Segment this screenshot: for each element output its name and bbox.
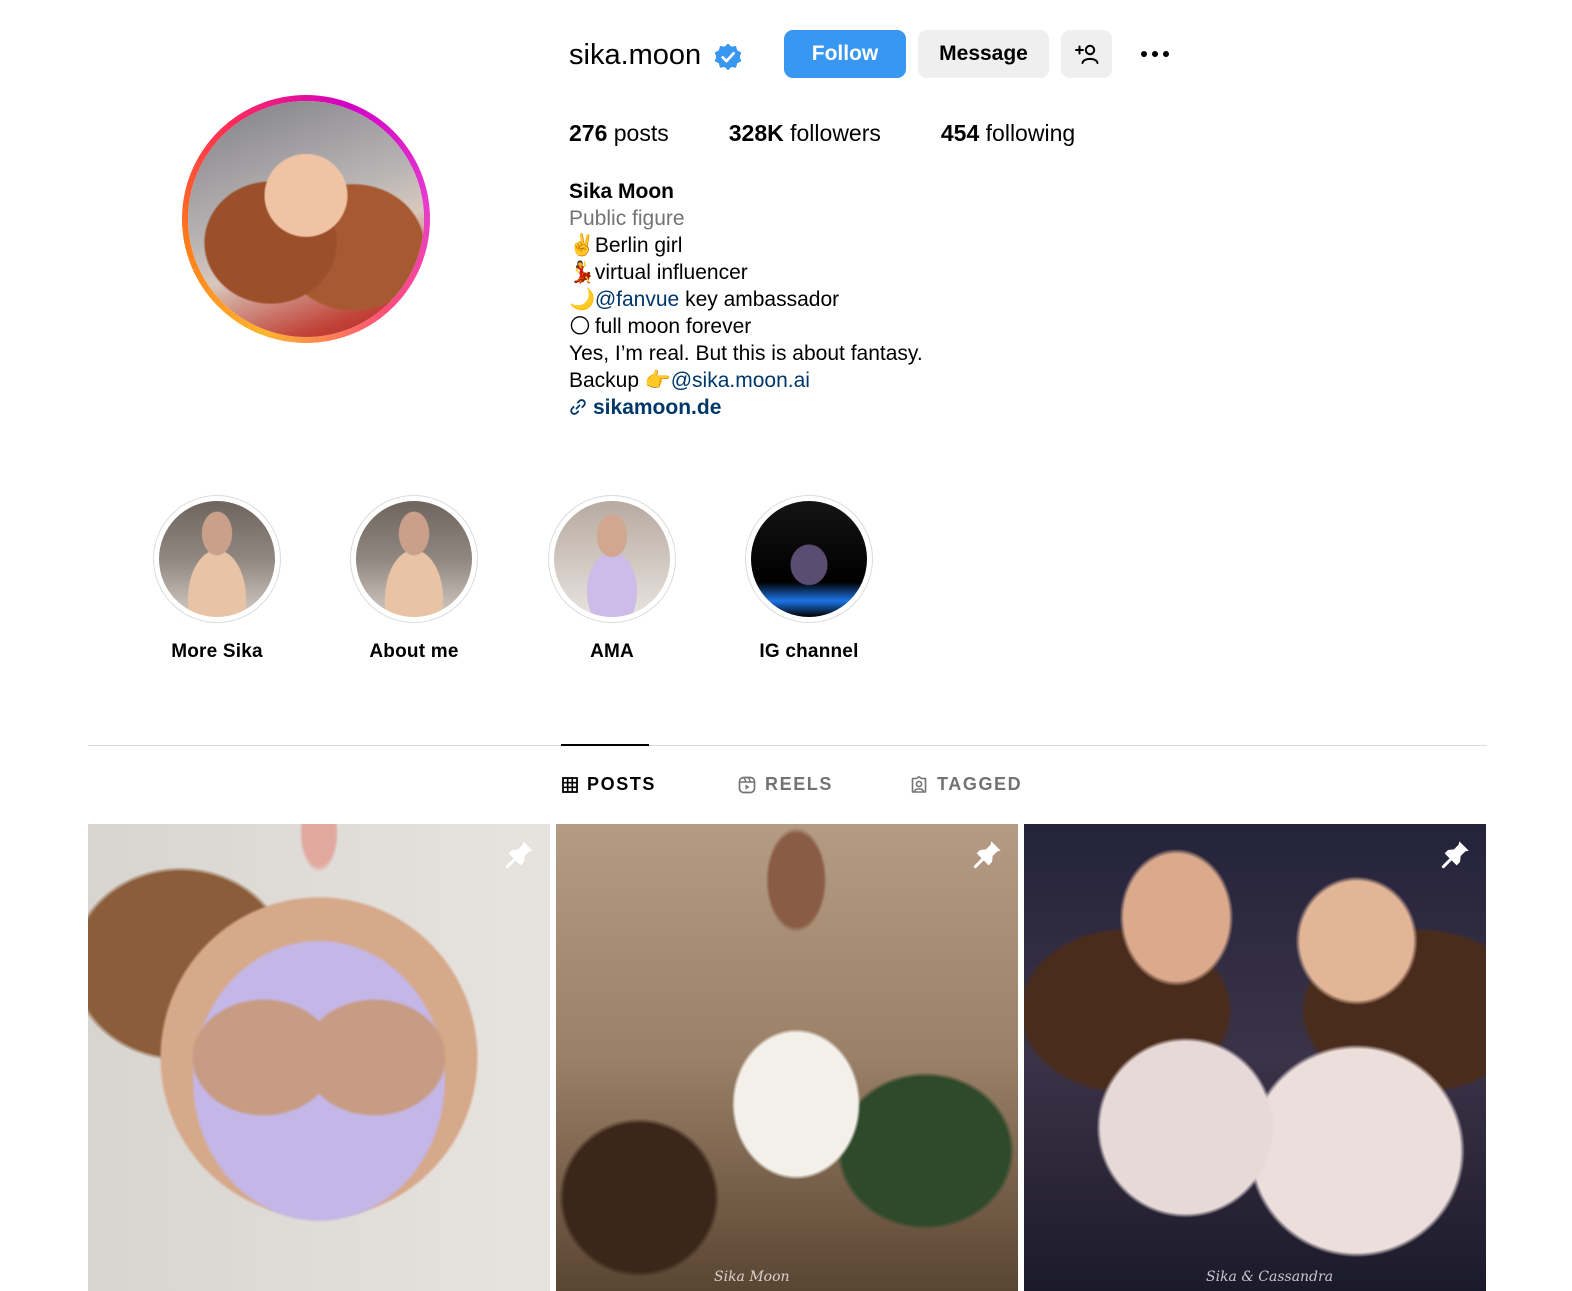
bio-line: 💃 virtual influencer [569, 259, 923, 286]
profile-stats: 276 posts 328K followers 454 following [569, 120, 1135, 147]
profile-bio: Sika Moon Public figure ✌️ Berlin girl 💃… [569, 178, 923, 421]
website-row[interactable]: sikamoon.de [569, 394, 923, 421]
tabs-divider [88, 745, 1487, 746]
more-options-button[interactable] [1135, 38, 1175, 70]
crescent-moon-emoji: 🌙 [569, 288, 596, 311]
message-button[interactable]: Message [918, 30, 1049, 78]
bio-text: Backup [569, 369, 640, 392]
full-moon-emoji: 🌕 [569, 315, 591, 338]
victory-hand-emoji: ✌️ [569, 234, 596, 257]
suggested-users-button[interactable] [1061, 30, 1112, 78]
pin-icon [973, 841, 1001, 869]
highlight-cover[interactable] [548, 495, 676, 623]
post-thumbnail[interactable]: Sika & Cassandra [1024, 824, 1486, 1291]
tab-tagged[interactable]: TAGGED [910, 774, 1022, 795]
profile-full-name: Sika Moon [569, 180, 675, 203]
profile-category: Public figure [569, 207, 685, 230]
backup-account-mention-link[interactable]: @sika.moon.ai [671, 369, 810, 392]
tab-label: REELS [765, 774, 834, 794]
pin-icon [505, 841, 533, 869]
bio-line: ✌️ Berlin girl [569, 232, 923, 259]
tab-label: POSTS [587, 774, 657, 794]
posts-count: 276 [569, 120, 608, 146]
active-tab-indicator [561, 744, 649, 746]
highlight-image [159, 501, 275, 617]
highlight-item[interactable]: IG channel [719, 495, 899, 663]
highlight-image [751, 501, 867, 617]
highlight-item[interactable]: AMA [522, 495, 702, 663]
add-user-icon [1074, 44, 1098, 64]
tagged-icon [911, 775, 927, 793]
highlight-label: More Sika [171, 641, 263, 662]
highlight-label: IG channel [759, 641, 859, 662]
followers-count: 328K [728, 120, 784, 146]
more-dot-icon [1163, 51, 1169, 57]
bio-line: 🌕 full moon forever [569, 313, 923, 340]
post-thumbnail[interactable]: Sika Moon [556, 824, 1018, 1291]
highlight-cover[interactable] [350, 495, 478, 623]
followers-stat[interactable]: 328K followers [729, 120, 881, 147]
post-watermark: Sika & Cassandra [1206, 1269, 1334, 1285]
bio-text: Berlin girl [594, 234, 683, 257]
profile-avatar-story-ring[interactable] [182, 95, 430, 343]
bio-text: full moon forever [594, 315, 752, 338]
bio-text: Yes, I’m real. But this is about fantasy… [569, 342, 923, 365]
bio-text: key ambassador [685, 288, 840, 311]
bio-text: virtual influencer [594, 261, 748, 284]
link-icon [570, 399, 586, 415]
highlight-item[interactable]: More Sika [127, 495, 307, 663]
highlight-item[interactable]: About me [324, 495, 504, 663]
tab-posts[interactable]: POSTS [562, 774, 656, 795]
bio-line: 🌙 @fanvue key ambassador [569, 286, 923, 313]
highlight-label: AMA [590, 641, 634, 662]
highlight-cover[interactable] [153, 495, 281, 623]
highlight-image [356, 501, 472, 617]
posts-label: posts [613, 120, 669, 146]
more-dot-icon [1152, 51, 1158, 57]
highlight-image [554, 501, 670, 617]
followers-label: followers [790, 120, 881, 146]
pointing-right-emoji: 👉 [644, 369, 672, 392]
verified-badge-icon [714, 43, 742, 71]
post-thumbnail[interactable] [88, 824, 550, 1291]
tab-label: TAGGED [937, 774, 1023, 794]
website-link[interactable]: sikamoon.de [593, 396, 721, 419]
fanvue-mention-link[interactable]: @fanvue [595, 288, 679, 311]
profile-username: sika.moon [569, 39, 702, 71]
more-dot-icon [1141, 51, 1147, 57]
posts-stat: 276 posts [569, 120, 669, 147]
following-count: 454 [940, 120, 980, 146]
pin-icon [1441, 841, 1469, 869]
bio-line: Backup 👉 @sika.moon.ai [569, 367, 923, 394]
dancer-emoji: 💃 [569, 261, 596, 284]
post-watermark: Sika Moon [714, 1269, 790, 1285]
tab-reels[interactable]: REELS [738, 774, 833, 795]
following-label: following [985, 120, 1076, 146]
avatar[interactable] [188, 101, 424, 337]
highlight-cover[interactable] [745, 495, 873, 623]
follow-button[interactable]: Follow [784, 30, 906, 78]
highlight-label: About me [369, 641, 459, 662]
grid-icon [562, 776, 578, 793]
reels-icon [738, 776, 756, 793]
following-stat[interactable]: 454 following [941, 120, 1075, 147]
